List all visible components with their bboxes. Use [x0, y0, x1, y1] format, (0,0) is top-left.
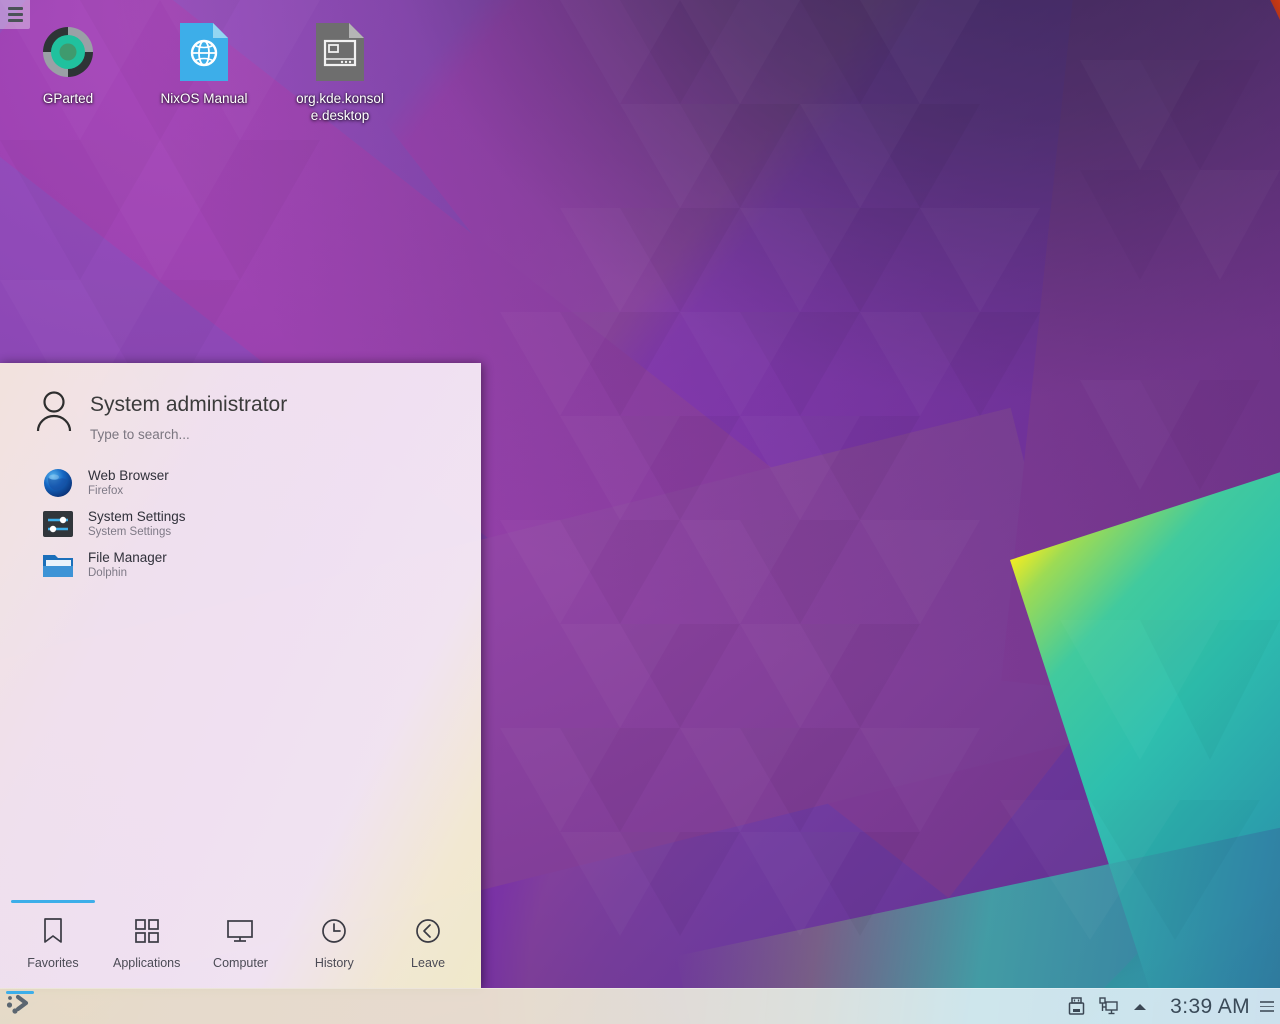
- favorite-item-file-manager[interactable]: File Manager Dolphin: [0, 544, 481, 585]
- desktop-screen: GParted NixOS Manual org.kde.konsol e.de…: [0, 0, 1280, 1024]
- hamburger-icon: [7, 7, 23, 10]
- favorites-list: Web Browser Firefox System Settings Syst…: [0, 462, 481, 585]
- removable-device-icon[interactable]: [1066, 997, 1086, 1017]
- user-name-label: System administrator: [90, 393, 288, 416]
- folder-icon: [42, 549, 74, 581]
- bookmark-icon: [41, 916, 65, 946]
- desktop-icon-label: GParted: [42, 91, 94, 106]
- favorite-item-web-browser[interactable]: Web Browser Firefox: [0, 462, 481, 503]
- desktop-icon-konsole-desktop[interactable]: org.kde.konsol e.desktop: [276, 20, 404, 124]
- desktop-icon-gparted[interactable]: GParted: [4, 20, 132, 107]
- active-tab-indicator: [292, 900, 376, 903]
- desktop-icon-nixos-manual[interactable]: NixOS Manual: [140, 20, 268, 107]
- favorite-title: System Settings: [88, 508, 186, 524]
- system-tray: [1066, 997, 1160, 1017]
- desktop-icon-label: NixOS Manual: [160, 91, 248, 106]
- nixos-launcher-icon: [6, 992, 34, 1021]
- tab-favorites[interactable]: Favorites: [6, 892, 100, 988]
- monitor-icon: [226, 916, 254, 946]
- favorite-subtitle: System Settings: [88, 525, 172, 538]
- menu-tab-bar: Favorites Applications Computer History …: [0, 892, 481, 988]
- search-input[interactable]: Type to search...: [90, 427, 287, 442]
- launcher-active-indicator: [6, 990, 34, 994]
- active-tab-indicator: [105, 900, 189, 903]
- gparted-icon: [4, 20, 132, 84]
- active-tab-indicator: [386, 900, 470, 903]
- panel-hamburger-icon[interactable]: [1260, 997, 1280, 1017]
- tab-history[interactable]: History: [287, 892, 381, 988]
- application-launcher-button[interactable]: [0, 989, 40, 1024]
- hamburger-icon: [7, 13, 23, 16]
- tab-applications[interactable]: Applications: [100, 892, 194, 988]
- favorite-title: File Manager: [88, 549, 167, 565]
- active-tab-indicator: [10, 900, 95, 903]
- taskbar-panel: 3:39 AM: [0, 988, 1280, 1024]
- system-settings-icon: [42, 508, 74, 540]
- favorite-subtitle: Dolphin: [88, 566, 127, 579]
- user-avatar-icon: [34, 389, 74, 435]
- favorite-item-system-settings[interactable]: System Settings System Settings: [0, 503, 481, 544]
- active-tab-indicator: [198, 900, 282, 903]
- digital-clock[interactable]: 3:39 AM: [1160, 995, 1260, 1019]
- document-globe-icon: [140, 20, 268, 84]
- firefox-globe-icon: [42, 467, 74, 499]
- document-terminal-icon: [276, 20, 404, 84]
- back-circle-icon: [415, 916, 441, 946]
- tab-leave[interactable]: Leave: [381, 892, 475, 988]
- grid-icon: [134, 916, 160, 946]
- network-display-icon[interactable]: [1098, 997, 1118, 1017]
- tab-label: Leave: [411, 956, 446, 970]
- tab-computer[interactable]: Computer: [194, 892, 288, 988]
- application-launcher-menu: System administrator Type to search... W…: [0, 363, 481, 988]
- show-hidden-arrow-icon[interactable]: [1130, 997, 1150, 1017]
- desktop-icon-label: org.kde.konsol e.desktop: [296, 91, 384, 123]
- clock-icon: [321, 916, 347, 946]
- favorite-subtitle: Firefox: [88, 484, 124, 497]
- tab-label: Computer: [213, 956, 268, 970]
- tab-label: Applications: [112, 956, 181, 970]
- tab-label: Favorites: [27, 956, 79, 970]
- menu-header: System administrator Type to search...: [0, 363, 481, 442]
- tab-label: History: [314, 956, 354, 970]
- favorite-title: Web Browser: [88, 467, 169, 483]
